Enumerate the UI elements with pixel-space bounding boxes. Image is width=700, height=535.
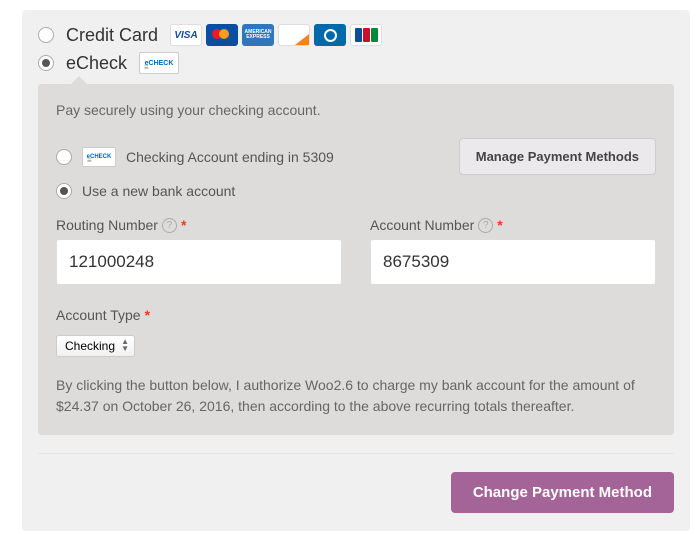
- authorization-text: By clicking the button below, I authoriz…: [56, 375, 656, 417]
- new-account-label: Use a new bank account: [82, 183, 235, 199]
- echeck-radio[interactable]: [38, 55, 54, 71]
- help-icon[interactable]: ?: [478, 218, 493, 233]
- account-type-select[interactable]: Checking: [56, 335, 135, 357]
- required-mark: *: [497, 217, 502, 233]
- mastercard-icon: [206, 24, 238, 46]
- payment-method-credit-card[interactable]: Credit Card VISA AMERICAN EXPRESS: [38, 24, 674, 46]
- discover-icon: [278, 24, 310, 46]
- credit-card-radio[interactable]: [38, 27, 54, 43]
- account-type-label: Account Type *: [56, 307, 656, 323]
- saved-account-label: Checking Account ending in 5309: [126, 149, 334, 165]
- diners-icon: [314, 24, 346, 46]
- amex-icon: AMERICAN EXPRESS: [242, 24, 274, 46]
- manage-payment-methods-button[interactable]: Manage Payment Methods: [459, 138, 656, 175]
- required-mark: *: [181, 217, 186, 233]
- jcb-icon: [350, 24, 382, 46]
- card-logos: VISA AMERICAN EXPRESS: [170, 24, 382, 46]
- visa-icon: VISA: [170, 24, 202, 46]
- saved-account-row[interactable]: eCHECK Checking Account ending in 5309 M…: [56, 138, 656, 175]
- change-payment-method-button[interactable]: Change Payment Method: [451, 472, 674, 513]
- echeck-icon-small: eCHECK: [82, 147, 116, 167]
- account-number-label: Account Number ? *: [370, 217, 656, 233]
- payment-method-echeck[interactable]: eCheck eCHECK: [38, 52, 674, 74]
- echeck-form: Pay securely using your checking account…: [38, 84, 674, 435]
- account-number-input[interactable]: [370, 239, 656, 285]
- help-icon[interactable]: ?: [162, 218, 177, 233]
- routing-number-input[interactable]: [56, 239, 342, 285]
- saved-account-radio[interactable]: [56, 149, 72, 165]
- form-footer: Change Payment Method: [38, 453, 674, 513]
- routing-number-label: Routing Number ? *: [56, 217, 342, 233]
- new-account-row[interactable]: Use a new bank account: [56, 183, 656, 199]
- echeck-label: eCheck: [66, 53, 127, 74]
- new-account-radio[interactable]: [56, 183, 72, 199]
- echeck-icon: eCHECK: [139, 52, 179, 74]
- required-mark: *: [145, 307, 150, 323]
- credit-card-label: Credit Card: [66, 25, 158, 46]
- form-description: Pay securely using your checking account…: [56, 102, 656, 118]
- payment-panel: Credit Card VISA AMERICAN EXPRESS eCheck…: [22, 10, 690, 531]
